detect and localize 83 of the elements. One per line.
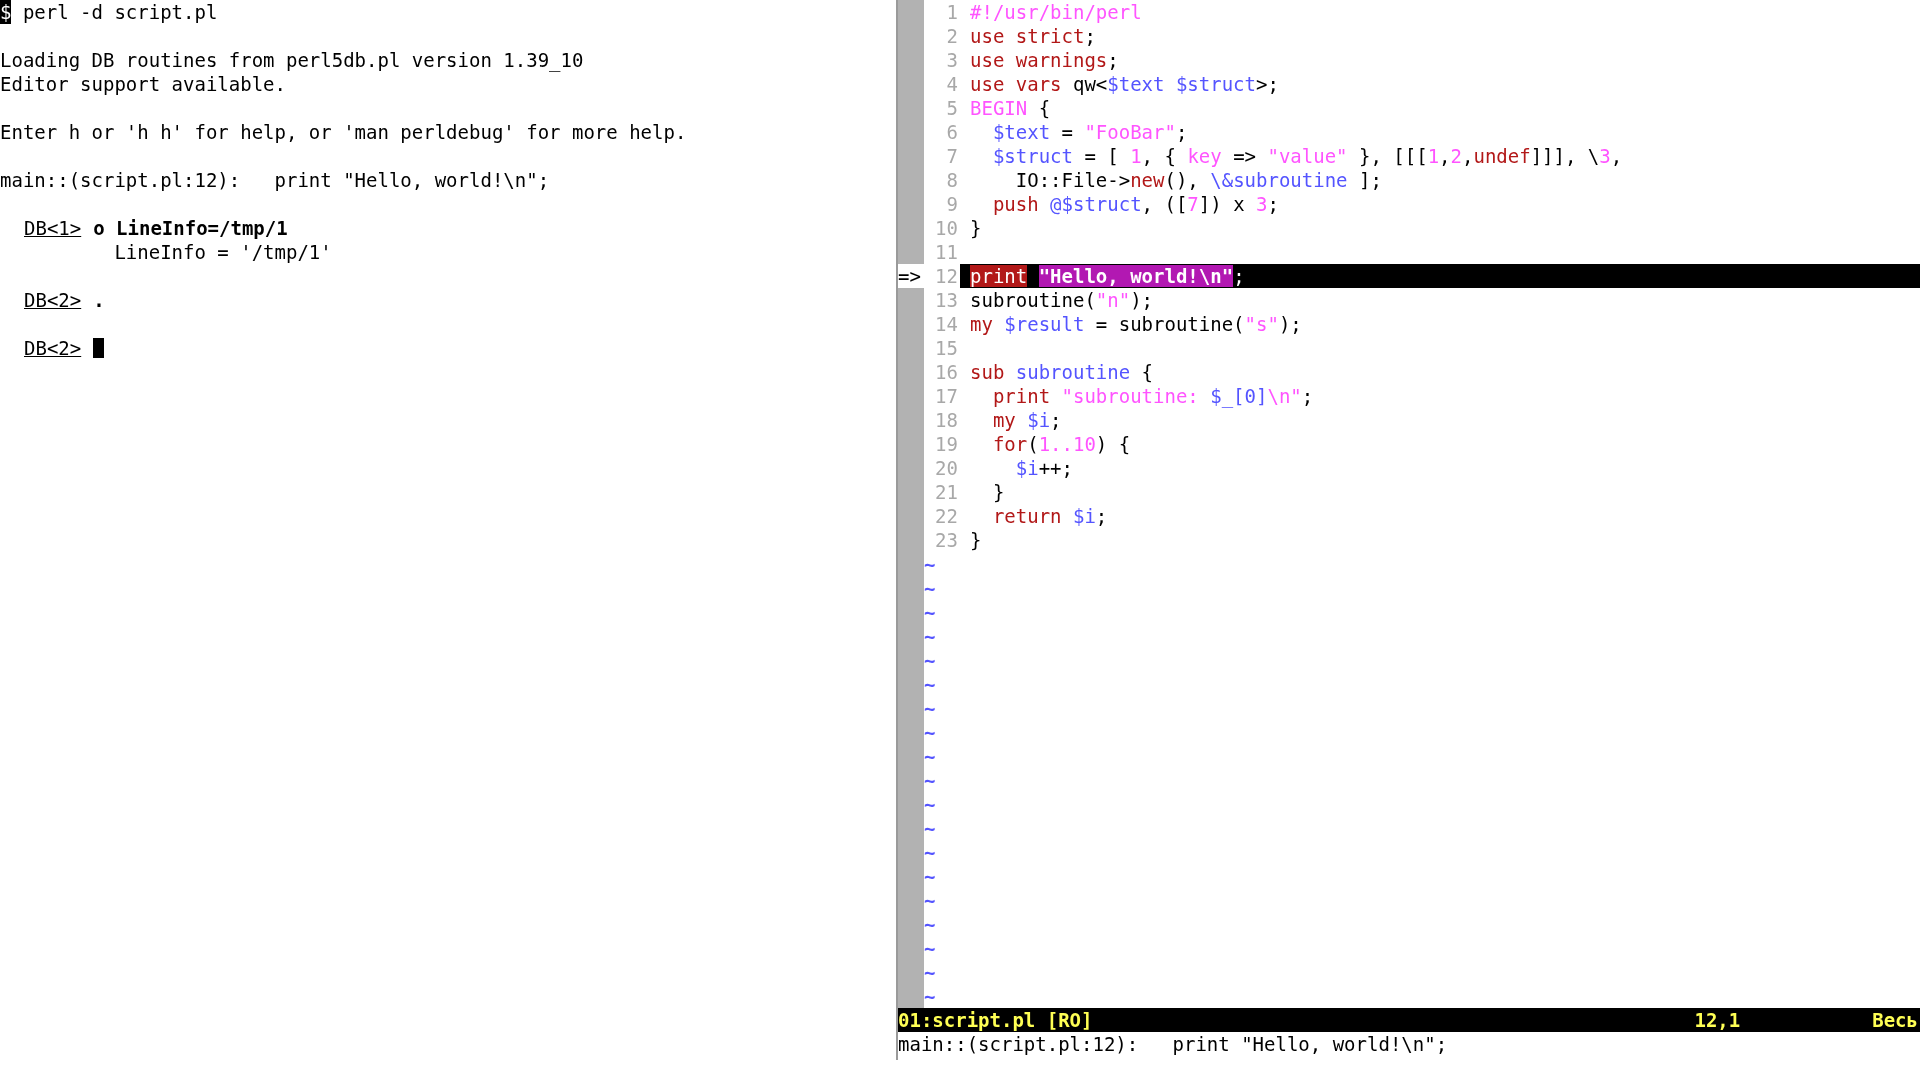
line-number: 1: [946, 1, 958, 23]
debugger-command: .: [93, 288, 105, 312]
line-number: 5: [946, 97, 958, 119]
line-number: 17: [935, 385, 958, 407]
code-line: my $result = subroutine("s");: [970, 312, 1302, 336]
code-line: print "subroutine: $_[0]\n";: [991, 384, 1314, 408]
debugger-command: o LineInfo=/tmp/1: [93, 216, 288, 240]
empty-line-tilde: ~: [924, 720, 936, 744]
empty-line-tilde: ~: [924, 768, 936, 792]
code-line: use warnings;: [970, 48, 1119, 72]
line-number: 8: [946, 169, 958, 191]
empty-line-tilde: ~: [924, 864, 936, 888]
shell-command: perl -d script.pl: [21, 0, 218, 24]
line-number: 23: [935, 529, 958, 551]
line-number: 19: [935, 433, 958, 455]
line-number: 9: [946, 193, 958, 215]
code-line: $text = "FooBar";: [991, 120, 1188, 144]
line-number: 18: [935, 409, 958, 431]
sign-column-cell: [898, 984, 924, 1008]
empty-line-tilde: ~: [924, 624, 936, 648]
line-number: 14: [935, 313, 958, 335]
line-number: 22: [935, 505, 958, 527]
terminal-output: Loading DB routines from perl5db.pl version 1.39_10: [0, 48, 584, 72]
line-number: 10: [935, 217, 958, 239]
terminal-output: Editor support available.: [0, 72, 286, 96]
sign-column-cell: [898, 240, 924, 264]
line-number: 3: [946, 49, 958, 71]
code-line: for(1..10) {: [991, 432, 1131, 456]
code-line: }: [991, 480, 1005, 504]
code-line: $i++;: [1014, 456, 1073, 480]
line-number: 20: [935, 457, 958, 479]
code-line: my $i;: [991, 408, 1062, 432]
code-line: BEGIN {: [970, 96, 1051, 120]
empty-line-tilde: ~: [924, 840, 936, 864]
line-number: 13: [935, 289, 958, 311]
sign-column-cell: [898, 0, 924, 24]
debugger-prompt: DB<2>: [24, 288, 82, 312]
line-number: 12: [935, 265, 958, 287]
debugger-prompt: DB<1>: [24, 216, 82, 240]
line-number: 2: [946, 25, 958, 47]
line-number: 7: [946, 145, 958, 167]
line-number: 15: [935, 337, 958, 359]
scroll-position: Весь: [1872, 1008, 1918, 1032]
empty-line-tilde: ~: [924, 672, 936, 696]
empty-line-tilde: ~: [924, 816, 936, 840]
debugger-prompt: DB<2>: [24, 336, 82, 360]
line-number: 4: [946, 73, 958, 95]
terminal-output: main::(script.pl:12): print "Hello, world!\n";: [0, 168, 550, 192]
code-line: return $i;: [991, 504, 1108, 528]
empty-line-tilde: ~: [924, 984, 936, 1008]
line-number: 11: [935, 241, 958, 263]
command-line: main::(script.pl:12): print "Hello, world!\n";: [898, 1032, 1448, 1056]
code-line: IO::File->new(), \&subroutine ];: [1014, 168, 1382, 192]
cursor-position: 12,1: [1694, 1008, 1741, 1032]
empty-line-tilde: ~: [924, 960, 936, 984]
terminal-output: Enter h or 'h h' for help, or 'man perldebug' for more help.: [0, 120, 687, 144]
empty-line-tilde: ~: [924, 912, 936, 936]
code-line: use strict;: [970, 24, 1096, 48]
empty-line-tilde: ~: [924, 744, 936, 768]
empty-line-tilde: ~: [924, 792, 936, 816]
empty-line-tilde: ~: [924, 600, 936, 624]
code-line: use vars qw<$text $struct>;: [970, 72, 1279, 96]
line-number: 16: [935, 361, 958, 383]
terminal-output: LineInfo = '/tmp/1': [113, 240, 332, 264]
code-line: #!/usr/bin/perl: [970, 0, 1142, 24]
empty-line-tilde: ~: [924, 936, 936, 960]
line-number: 21: [935, 481, 958, 503]
code-line: }: [970, 216, 982, 240]
code-line: push @$struct, ([7]) x 3;: [991, 192, 1279, 216]
empty-line-tilde: ~: [924, 888, 936, 912]
empty-line-tilde: ~: [924, 552, 936, 576]
file-name: 01:script.pl [RO]: [898, 1008, 1093, 1032]
empty-line-tilde: ~: [924, 648, 936, 672]
code-line: sub subroutine {: [970, 360, 1154, 384]
sign-column-cell: [898, 288, 924, 312]
code-line: subroutine("n");: [970, 288, 1154, 312]
line-number: 6: [946, 121, 958, 143]
empty-line-tilde: ~: [924, 696, 936, 720]
current-line-marker: =>: [898, 265, 921, 287]
empty-line-tilde: ~: [924, 576, 936, 600]
code-line: $struct = [ 1, { key => "value" }, [[[1,2,undef]]], \3,: [991, 144, 1623, 168]
shell-prompt: $: [0, 0, 12, 24]
code-line: }: [970, 528, 982, 552]
